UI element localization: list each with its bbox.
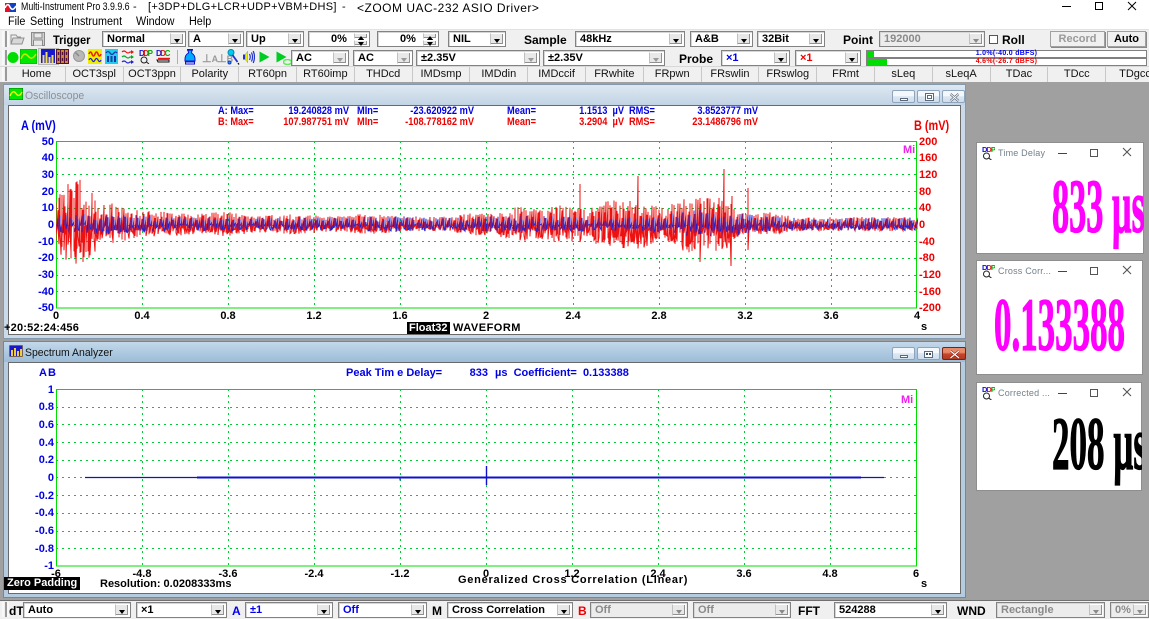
svg-text:Mi: Mi <box>903 144 915 156</box>
svg-text:Mi: Mi <box>901 394 913 406</box>
svg-text:208 µs: 208 µs <box>1052 403 1142 486</box>
svg-text:DDP: DDP <box>139 49 153 58</box>
svg-text:DDC: DDC <box>156 49 171 58</box>
svg-text:833 µs: 833 µs <box>1052 165 1144 249</box>
svg-text:0.133388: 0.133388 <box>994 284 1125 367</box>
